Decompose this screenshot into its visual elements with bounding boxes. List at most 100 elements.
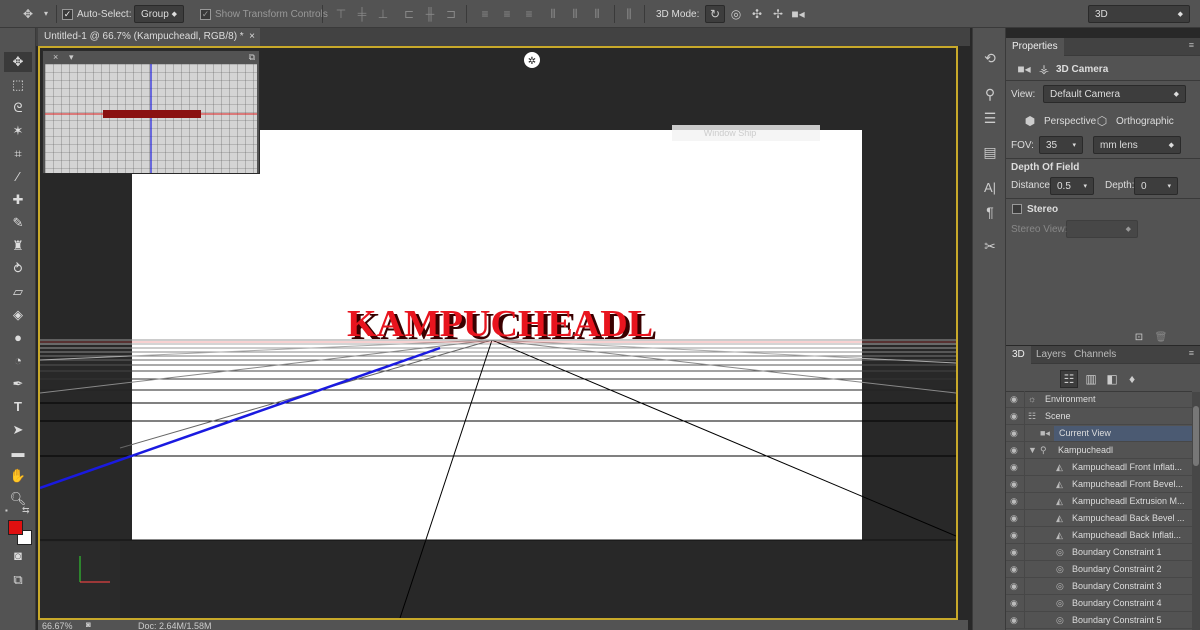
chevron-down-icon[interactable]: ▾ <box>1072 141 1076 149</box>
meshes-filter-icon[interactable]: ▥ <box>1083 371 1099 387</box>
tab-layers[interactable]: Layers <box>1030 346 1072 364</box>
history-icon[interactable]: ⟲ <box>981 50 999 66</box>
chevron-down-icon[interactable]: ▾ <box>1167 182 1171 190</box>
eye-icon[interactable]: ◉ <box>1010 493 1024 509</box>
list-item[interactable]: ◉ ■◂ Current View <box>1006 425 1192 442</box>
pen-tool-icon[interactable]: ✒ <box>4 374 32 394</box>
lens-dropdown[interactable]: mm lens ◆ <box>1093 136 1181 154</box>
depth-input[interactable]: 0 ▾ <box>1134 177 1178 195</box>
align-right-icon[interactable]: ⊐ <box>444 6 458 22</box>
eye-icon[interactable]: ◉ <box>1010 459 1024 475</box>
paragraph-icon[interactable]: ¶ <box>981 204 999 220</box>
align-top-icon[interactable]: ⊤ <box>334 6 348 22</box>
adjustments-icon[interactable]: ☰ <box>981 110 999 126</box>
list-item[interactable]: ◉ ◎ Boundary Constraint 3 <box>1006 578 1192 595</box>
orbit-3d-icon[interactable]: ↻ <box>705 5 725 23</box>
slide-3d-icon[interactable]: ✢ <box>770 6 786 22</box>
document-tab[interactable]: Untitled-1 @ 66.7% (Kampucheadl, RGB/8) … <box>38 28 260 46</box>
auto-select-checkbox[interactable]: ✓ Auto-Select: <box>62 0 131 28</box>
whole-scene-filter-icon[interactable]: ☷ <box>1060 370 1078 388</box>
hand-tool-icon[interactable]: ✋ <box>4 466 32 486</box>
orthographic-icon[interactable]: ⬡ <box>1094 113 1110 129</box>
eye-icon[interactable]: ◉ <box>1010 595 1024 611</box>
eye-icon[interactable]: ◉ <box>1010 561 1024 577</box>
eye-icon[interactable]: ◉ <box>1010 527 1024 543</box>
swap-colors-icon[interactable]: ⇆ <box>22 505 30 516</box>
healing-brush-tool-icon[interactable]: ✚ <box>4 190 32 210</box>
crop-tool-icon[interactable]: ⌗ <box>4 144 32 164</box>
zoom-level[interactable]: 66.67% <box>42 621 73 630</box>
align-hcenter-icon[interactable]: ╫ <box>423 6 437 22</box>
eyedropper-tool-icon[interactable]: ⁄ <box>4 167 32 187</box>
brush-tool-icon[interactable]: ✎ <box>4 213 32 233</box>
distance-input[interactable]: 0.5 ▾ <box>1050 177 1094 195</box>
tab-properties[interactable]: Properties <box>1006 38 1064 56</box>
magic-wand-tool-icon[interactable]: ✶ <box>4 121 32 141</box>
expand-triangle-icon[interactable]: ▼ <box>1028 442 1037 458</box>
list-item[interactable]: ◉ ◭ Kampucheadl Back Bevel ... <box>1006 510 1192 527</box>
status-menu-icon[interactable]: ◙ <box>86 620 91 630</box>
scrollbar[interactable] <box>1192 392 1200 630</box>
list-item[interactable]: ◉ ◎ Boundary Constraint 1 <box>1006 544 1192 561</box>
align-bottom-icon[interactable]: ⊥ <box>376 6 390 22</box>
list-item[interactable]: ◉ ◭ Kampucheadl Extrusion M... <box>1006 493 1192 510</box>
path-selection-tool-icon[interactable]: ➤ <box>4 420 32 440</box>
marquee-tool-icon[interactable]: ⬚ <box>4 75 32 95</box>
render-icon[interactable]: ⊡ <box>1132 330 1146 346</box>
eraser-tool-icon[interactable]: ▱ <box>4 282 32 302</box>
move-tool-icon[interactable]: ✥ <box>4 52 32 72</box>
materials-filter-icon[interactable]: ◧ <box>1104 371 1120 387</box>
show-transform-checkbox[interactable]: ✓ Show Transform Controls <box>200 0 328 28</box>
3d-text-object[interactable]: KAMPUCHEADL <box>347 303 653 345</box>
lights-filter-icon[interactable]: ♦ <box>1124 371 1140 387</box>
list-item[interactable]: ◉ ☼ Environment <box>1006 391 1192 408</box>
swap-view-icon[interactable]: ⧉ <box>249 51 255 63</box>
eye-icon[interactable]: ◉ <box>1010 391 1024 407</box>
eye-icon[interactable]: ◉ <box>1010 425 1024 441</box>
list-item[interactable]: ◉ ◎ Boundary Constraint 5 <box>1006 612 1192 629</box>
stereo-view-dropdown[interactable]: ◆ <box>1066 220 1138 238</box>
list-item[interactable]: ◉ ◭ Kampucheadl Front Bevel... <box>1006 476 1192 493</box>
list-item[interactable]: ◉ ▼ ⚲ Kampucheadl <box>1006 442 1192 459</box>
panel-menu-icon[interactable]: ≡ <box>1189 348 1194 358</box>
fov-input[interactable]: 35 ▾ <box>1039 136 1083 154</box>
stamp-tool-icon[interactable]: ♜ <box>4 236 32 256</box>
perspective-icon[interactable]: ⬢ <box>1022 113 1038 129</box>
tab-channels[interactable]: Channels <box>1068 346 1122 364</box>
auto-select-dropdown[interactable]: Group ◆ <box>134 5 184 23</box>
tool-presets-icon[interactable]: ✂ <box>981 238 999 254</box>
axis-widget[interactable] <box>40 542 120 618</box>
distribute-right-icon[interactable]: ⦀ <box>590 6 604 22</box>
distribute-vcenter-icon[interactable]: ≡ <box>500 6 514 22</box>
eye-icon[interactable]: ◉ <box>1010 510 1024 526</box>
eye-icon[interactable]: ◉ <box>1010 578 1024 594</box>
list-item[interactable]: ◉ ◭ Kampucheadl Back Inflati... <box>1006 527 1192 544</box>
scrollbar-thumb[interactable] <box>1193 406 1199 466</box>
drag-3d-icon[interactable]: ✣ <box>749 6 765 22</box>
workspace-dropdown[interactable]: 3D ◆ <box>1088 5 1190 23</box>
tab-3d[interactable]: 3D <box>1006 346 1031 364</box>
tool-preset-dropdown-icon[interactable]: ▾ <box>40 6 52 22</box>
distribute-hcenter-icon[interactable]: ⦀ <box>568 6 582 22</box>
delete-icon[interactable]: 🗑︎ <box>1154 330 1168 346</box>
eye-icon[interactable]: ◉ <box>1010 544 1024 560</box>
secondary-view-panel[interactable]: × ▾ ⧉ <box>42 50 260 174</box>
brush-preset-icon[interactable]: ⚲ <box>981 86 999 102</box>
history-brush-tool-icon[interactable]: ⥁ <box>4 259 32 279</box>
close-icon[interactable]: × <box>53 51 58 63</box>
align-vcenter-icon[interactable]: ╪ <box>355 6 369 22</box>
auto-align-icon[interactable]: ⫼ <box>622 6 636 22</box>
foreground-color-swatch[interactable] <box>8 520 23 535</box>
eye-icon[interactable]: ◉ <box>1010 442 1024 458</box>
canvas-area[interactable]: KAMPUCHEADL KAMPUCHEADL Window Ship ✲ × … <box>38 46 958 620</box>
default-colors-icon[interactable]: ▪ <box>5 506 8 515</box>
blur-tool-icon[interactable]: ● <box>4 328 32 348</box>
chevron-down-icon[interactable]: ▾ <box>1083 182 1087 190</box>
lasso-tool-icon[interactable]: ᘓ <box>4 98 32 118</box>
close-icon[interactable]: × <box>249 28 255 46</box>
eye-icon[interactable]: ◉ <box>1010 476 1024 492</box>
scale-3d-icon[interactable]: ■◂ <box>789 6 807 22</box>
list-item[interactable]: ◉ ◎ Boundary Constraint 4 <box>1006 595 1192 612</box>
screen-mode-icon[interactable]: ⧉ <box>4 570 32 590</box>
dodge-tool-icon[interactable]: ◔ <box>4 351 32 371</box>
